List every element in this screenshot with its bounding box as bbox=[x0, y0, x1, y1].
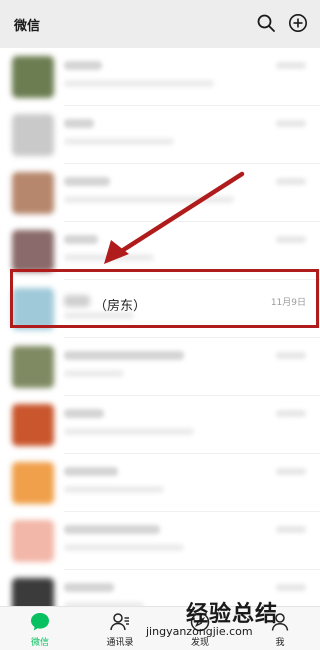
chat-preview-redacted bbox=[64, 80, 214, 87]
avatar bbox=[12, 114, 54, 156]
chat-list-item[interactable] bbox=[0, 48, 320, 106]
avatar bbox=[12, 230, 54, 272]
avatar bbox=[12, 462, 54, 504]
tab-label: 通讯录 bbox=[106, 638, 134, 648]
chat-name-redacted bbox=[64, 409, 104, 418]
chat-list: （房东） 11月9日 bbox=[0, 48, 320, 628]
chat-time-redacted bbox=[276, 410, 306, 417]
chat-name-redacted bbox=[64, 467, 118, 476]
avatar bbox=[12, 288, 54, 330]
chat-name-redacted bbox=[64, 525, 160, 534]
chat-list-item[interactable] bbox=[0, 222, 320, 280]
search-icon[interactable] bbox=[256, 13, 276, 33]
chat-time-redacted bbox=[276, 468, 306, 475]
tab-me[interactable]: 我 bbox=[240, 607, 320, 650]
chat-time-redacted bbox=[276, 526, 306, 533]
tab-label: 我 bbox=[275, 638, 285, 648]
tab-label: 微信 bbox=[30, 638, 49, 648]
app-header: 微信 bbox=[0, 0, 320, 48]
chat-time-redacted bbox=[276, 352, 306, 359]
chat-time: 11月9日 bbox=[270, 298, 306, 308]
tab-chats[interactable]: 微信 bbox=[0, 607, 80, 650]
chat-preview-redacted bbox=[64, 486, 164, 493]
chat-preview-redacted bbox=[64, 138, 174, 145]
chat-time-redacted bbox=[276, 120, 306, 127]
tab-discover[interactable]: 发现 bbox=[160, 607, 240, 650]
chat-preview-redacted bbox=[64, 254, 154, 261]
chat-name-redacted bbox=[64, 235, 98, 244]
chat-list-item[interactable] bbox=[0, 454, 320, 512]
chat-time-redacted bbox=[276, 584, 306, 591]
chat-preview-redacted bbox=[64, 370, 124, 377]
chat-name-redacted bbox=[64, 177, 110, 186]
chat-preview-redacted bbox=[64, 196, 234, 203]
tab-label: 发现 bbox=[190, 638, 209, 648]
chat-name-redacted bbox=[64, 351, 184, 360]
chat-name-redacted bbox=[64, 119, 94, 128]
chat-name-redacted bbox=[64, 61, 102, 70]
chat-list-item[interactable]: （房东） 11月9日 bbox=[0, 280, 320, 338]
contacts-icon bbox=[110, 613, 129, 631]
chat-list-item[interactable] bbox=[0, 396, 320, 454]
bottom-tab-bar: 微信 通讯录 发现 我 bbox=[0, 606, 320, 650]
chat-list-item[interactable] bbox=[0, 338, 320, 396]
chat-list-item[interactable] bbox=[0, 512, 320, 570]
chat-time-redacted bbox=[276, 236, 306, 243]
page-title: 微信 bbox=[14, 19, 41, 34]
avatar bbox=[12, 56, 54, 98]
chat-bubble-icon bbox=[31, 613, 49, 631]
avatar bbox=[12, 172, 54, 214]
chat-list-item[interactable] bbox=[0, 106, 320, 164]
tab-contacts[interactable]: 通讯录 bbox=[80, 607, 160, 650]
person-icon bbox=[271, 613, 289, 631]
plus-circle-icon[interactable] bbox=[288, 13, 308, 33]
chat-time-redacted bbox=[276, 178, 306, 185]
avatar bbox=[12, 346, 54, 388]
chat-preview-redacted bbox=[64, 428, 194, 435]
avatar bbox=[12, 520, 54, 562]
chat-time-redacted bbox=[276, 62, 306, 69]
chat-list-item[interactable] bbox=[0, 164, 320, 222]
chat-name-redacted bbox=[64, 583, 114, 592]
chat-preview-redacted bbox=[64, 544, 184, 551]
compass-icon bbox=[190, 612, 210, 632]
chat-preview-redacted bbox=[64, 312, 134, 319]
chat-name-redacted bbox=[64, 295, 90, 307]
avatar bbox=[12, 404, 54, 446]
